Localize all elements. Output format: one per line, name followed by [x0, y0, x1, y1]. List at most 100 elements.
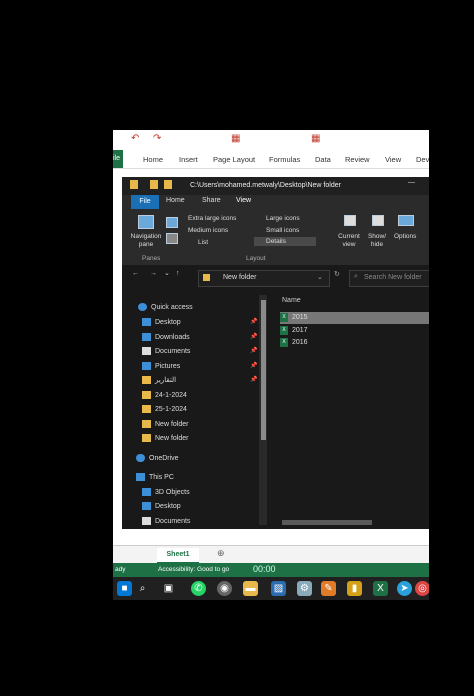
excel-tab-review[interactable]: Review	[345, 155, 370, 164]
pin-icon[interactable]: 📌	[250, 333, 257, 340]
browser-icon[interactable]: ◉	[217, 581, 232, 596]
excel-tab-view[interactable]: View	[385, 155, 401, 164]
telegram-icon[interactable]: ➤	[397, 581, 412, 596]
excel-tab-developer[interactable]: Dev	[416, 155, 429, 164]
nav-label: Documents	[155, 518, 191, 525]
nav-item-pictures[interactable]: Pictures	[142, 360, 180, 373]
nav-item-new-folder[interactable]: New folder	[142, 418, 188, 431]
refresh-icon[interactable]: ↻	[334, 270, 340, 278]
nav-quick-access[interactable]: Quick access	[138, 301, 193, 314]
nav-item-24-1-2024[interactable]: 24-1-2024	[142, 389, 187, 402]
redo-icon[interactable]: ↷	[153, 133, 161, 144]
app-icon[interactable]: ⚙	[297, 581, 312, 596]
column-header-name[interactable]: Name	[282, 297, 301, 304]
sheet-tab[interactable]: Sheet1	[157, 548, 199, 564]
folder-icon	[142, 420, 151, 429]
details-pane-icon[interactable]	[166, 233, 178, 244]
folder-icon	[130, 180, 138, 189]
desktop-icon	[142, 318, 151, 327]
file-row-2015[interactable]: X 2015	[280, 312, 429, 324]
excel-status-bar: ady Accessibility: Good to go 00:00	[113, 563, 429, 577]
excel-file-tab[interactable]: ile	[113, 150, 123, 168]
layout-details[interactable]: Details	[254, 237, 316, 246]
status-time: 00:00	[253, 564, 276, 574]
search-icon[interactable]: ⌕	[135, 581, 150, 596]
forward-icon[interactable]: →	[150, 270, 157, 277]
layout-list[interactable]: List	[198, 239, 208, 246]
excel-file-icon: X	[280, 312, 288, 322]
minimize-icon[interactable]: —	[408, 179, 415, 186]
table-icon[interactable]: ▦	[311, 133, 320, 144]
pictures-icon	[142, 362, 151, 371]
whatsapp-icon[interactable]: ✆	[191, 581, 206, 596]
nav-item-reports[interactable]: التقارير	[142, 374, 176, 387]
horizontal-scrollbar[interactable]	[282, 520, 372, 525]
back-icon[interactable]: ←	[132, 270, 139, 277]
preview-pane-icon[interactable]	[166, 217, 178, 228]
nav-item-25-1-2024[interactable]: 25-1-2024	[142, 403, 187, 416]
nav-scrollbar-thumb[interactable]	[261, 300, 266, 440]
nav-onedrive[interactable]: OneDrive	[136, 452, 179, 465]
nav-item-desktop[interactable]: Desktop	[142, 316, 181, 329]
view-ribbon: Navigation pane Extra large icons Large …	[122, 209, 429, 266]
layout-large-icons[interactable]: Large icons	[266, 215, 300, 222]
tab-home[interactable]: Home	[166, 197, 185, 204]
navigation-pane-icon[interactable]	[138, 215, 154, 229]
folder-icon	[203, 274, 210, 281]
file-name: 2015	[292, 314, 308, 321]
excel-tab-data[interactable]: Data	[315, 155, 331, 164]
layout-medium-icons[interactable]: Medium icons	[188, 227, 228, 234]
show-hide-icon[interactable]	[372, 215, 384, 226]
photos-icon[interactable]: ▨	[271, 581, 286, 596]
nav-this-pc[interactable]: This PC	[136, 471, 174, 484]
tab-view[interactable]: View	[236, 197, 251, 204]
chevron-down-icon[interactable]: ⌄	[317, 273, 323, 281]
folder-icon	[142, 405, 151, 414]
layout-extra-large-icons[interactable]: Extra large icons	[188, 215, 236, 222]
excel-tab-page-layout[interactable]: Page Layout	[213, 155, 255, 164]
excel-tab-insert[interactable]: Insert	[179, 155, 198, 164]
excel-ribbon-tabs: ile Home Insert Page Layout Formulas Dat…	[113, 150, 429, 169]
file-list: Name X 2015 X 2017 X 2016	[272, 291, 429, 529]
tab-share[interactable]: Share	[202, 197, 221, 204]
nav-item-pc-documents[interactable]: Documents	[142, 515, 190, 528]
recent-chevron-icon[interactable]: ⌄	[164, 269, 170, 277]
nav-item-3d-objects[interactable]: 3D Objects	[142, 486, 190, 499]
pin-icon[interactable]: 📌	[250, 347, 257, 354]
nav-item-new-folder-2[interactable]: New folder	[142, 432, 188, 445]
nav-label: Desktop	[155, 319, 181, 326]
file-row-2016[interactable]: X 2016	[280, 337, 429, 349]
tab-file[interactable]: File	[131, 195, 159, 209]
excel-tab-home[interactable]: Home	[143, 155, 163, 164]
current-view-icon[interactable]	[344, 215, 356, 226]
search-input[interactable]: ⌕ Search New folder	[349, 270, 429, 287]
pin-icon[interactable]: 📌	[250, 362, 257, 369]
excel-icon[interactable]: X	[373, 581, 388, 596]
nav-item-documents[interactable]: Documents	[142, 345, 190, 358]
show-hide-button[interactable]: Show/ hide	[366, 233, 388, 249]
up-icon[interactable]: ↑	[176, 270, 180, 277]
accessibility-status[interactable]: Accessibility: Good to go	[158, 566, 229, 573]
navigation-pane-button[interactable]: Navigation pane	[128, 233, 164, 249]
pin-icon[interactable]: 📌	[250, 376, 257, 383]
file-row-2017[interactable]: X 2017	[280, 325, 429, 337]
nav-item-downloads[interactable]: Downloads	[142, 331, 190, 344]
excel-tab-formulas[interactable]: Formulas	[269, 155, 300, 164]
address-bar[interactable]: New folder ⌄	[198, 270, 330, 287]
grid-icon[interactable]: ▦	[231, 133, 240, 144]
task-view-icon[interactable]: ▣	[161, 581, 176, 596]
chrome-icon[interactable]: ◎	[415, 581, 429, 596]
start-icon[interactable]: ■	[117, 581, 132, 596]
layout-small-icons[interactable]: Small icons	[266, 227, 299, 234]
options-icon[interactable]	[398, 215, 414, 226]
paint-icon[interactable]: ✎	[321, 581, 336, 596]
current-view-button[interactable]: Current view	[336, 233, 362, 249]
options-button[interactable]: Options	[394, 233, 416, 240]
pin-icon[interactable]: 📌	[250, 318, 257, 325]
nav-item-pc-desktop[interactable]: Desktop	[142, 500, 181, 513]
chart-app-icon[interactable]: ▮	[347, 581, 362, 596]
file-explorer-icon[interactable]: ▬	[243, 581, 258, 596]
undo-icon[interactable]: ↶	[131, 133, 139, 144]
nav-label: New folder	[155, 435, 189, 442]
add-sheet-icon[interactable]: ⊕	[217, 548, 225, 559]
